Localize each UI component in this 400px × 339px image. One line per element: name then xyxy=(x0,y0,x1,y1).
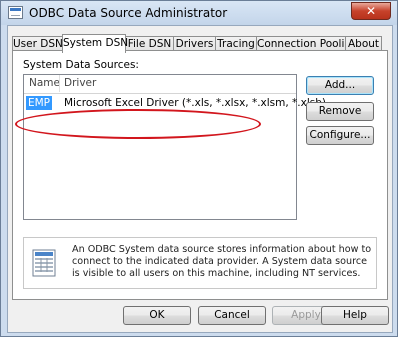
odbc-admin-window: ODBC Data Source Administrator ✕ User DS… xyxy=(0,0,398,337)
dsn-driver-cell[interactable]: Microsoft Excel Driver (*.xls, *.xlsx, *… xyxy=(64,95,326,111)
tab-drivers[interactable]: Drivers xyxy=(173,36,216,51)
column-divider[interactable] xyxy=(59,75,60,92)
add-button[interactable]: Add... xyxy=(306,76,374,95)
system-dsn-page: System Data Sources: Name Driver EMP Mic… xyxy=(12,50,388,300)
data-sources-list[interactable]: Name Driver EMP Microsoft Excel Driver (… xyxy=(23,74,326,220)
ok-button[interactable]: OK xyxy=(123,306,191,325)
info-panel: An ODBC System data source stores inform… xyxy=(23,237,377,289)
list-item[interactable]: EMP Microsoft Excel Driver (*.xls, *.xls… xyxy=(26,95,326,111)
tab-connection-pooling[interactable]: Connection Pooling xyxy=(256,36,358,51)
title-bar[interactable]: ODBC Data Source Administrator ✕ xyxy=(1,1,397,25)
info-description: An ODBC System data source stores inform… xyxy=(72,244,372,279)
close-icon[interactable]: ✕ xyxy=(351,2,391,20)
help-button[interactable]: Help xyxy=(321,306,389,325)
tab-system-dsn[interactable]: System DSN xyxy=(62,34,128,53)
window-title: ODBC Data Source Administrator xyxy=(29,6,228,20)
column-header-name[interactable]: Name xyxy=(29,77,60,89)
data-source-icon xyxy=(32,249,56,277)
configure-button[interactable]: Configure... xyxy=(306,126,374,145)
dsn-name-cell[interactable]: EMP xyxy=(26,96,52,110)
column-header-driver[interactable]: Driver xyxy=(64,77,96,89)
dialog-body: User DSN System DSN File DSN Drivers Tra… xyxy=(7,25,393,333)
list-header: Name Driver xyxy=(24,75,296,94)
system-data-sources-label: System Data Sources: xyxy=(23,59,139,71)
tab-about[interactable]: About xyxy=(345,36,382,51)
tab-tracing[interactable]: Tracing xyxy=(215,36,257,51)
cancel-button[interactable]: Cancel xyxy=(198,306,266,325)
tab-file-dsn[interactable]: File DSN xyxy=(125,36,174,51)
tab-user-dsn[interactable]: User DSN xyxy=(12,36,63,51)
remove-button[interactable]: Remove xyxy=(306,102,374,121)
odbc-app-icon xyxy=(8,6,23,19)
